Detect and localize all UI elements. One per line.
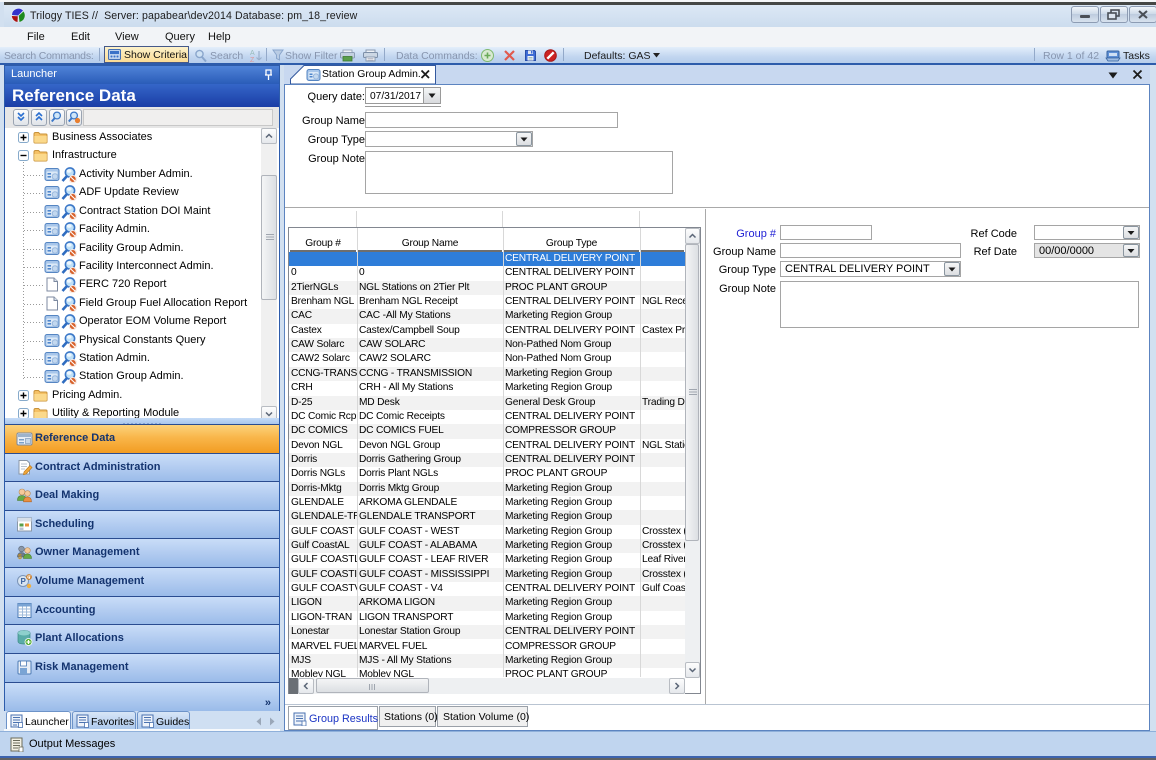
svg-text:D: D (27, 575, 31, 581)
svg-text:P: P (21, 577, 27, 586)
svg-text:A: A (250, 50, 255, 57)
svg-text:Z: Z (250, 57, 255, 62)
svg-text:$: $ (18, 554, 22, 561)
